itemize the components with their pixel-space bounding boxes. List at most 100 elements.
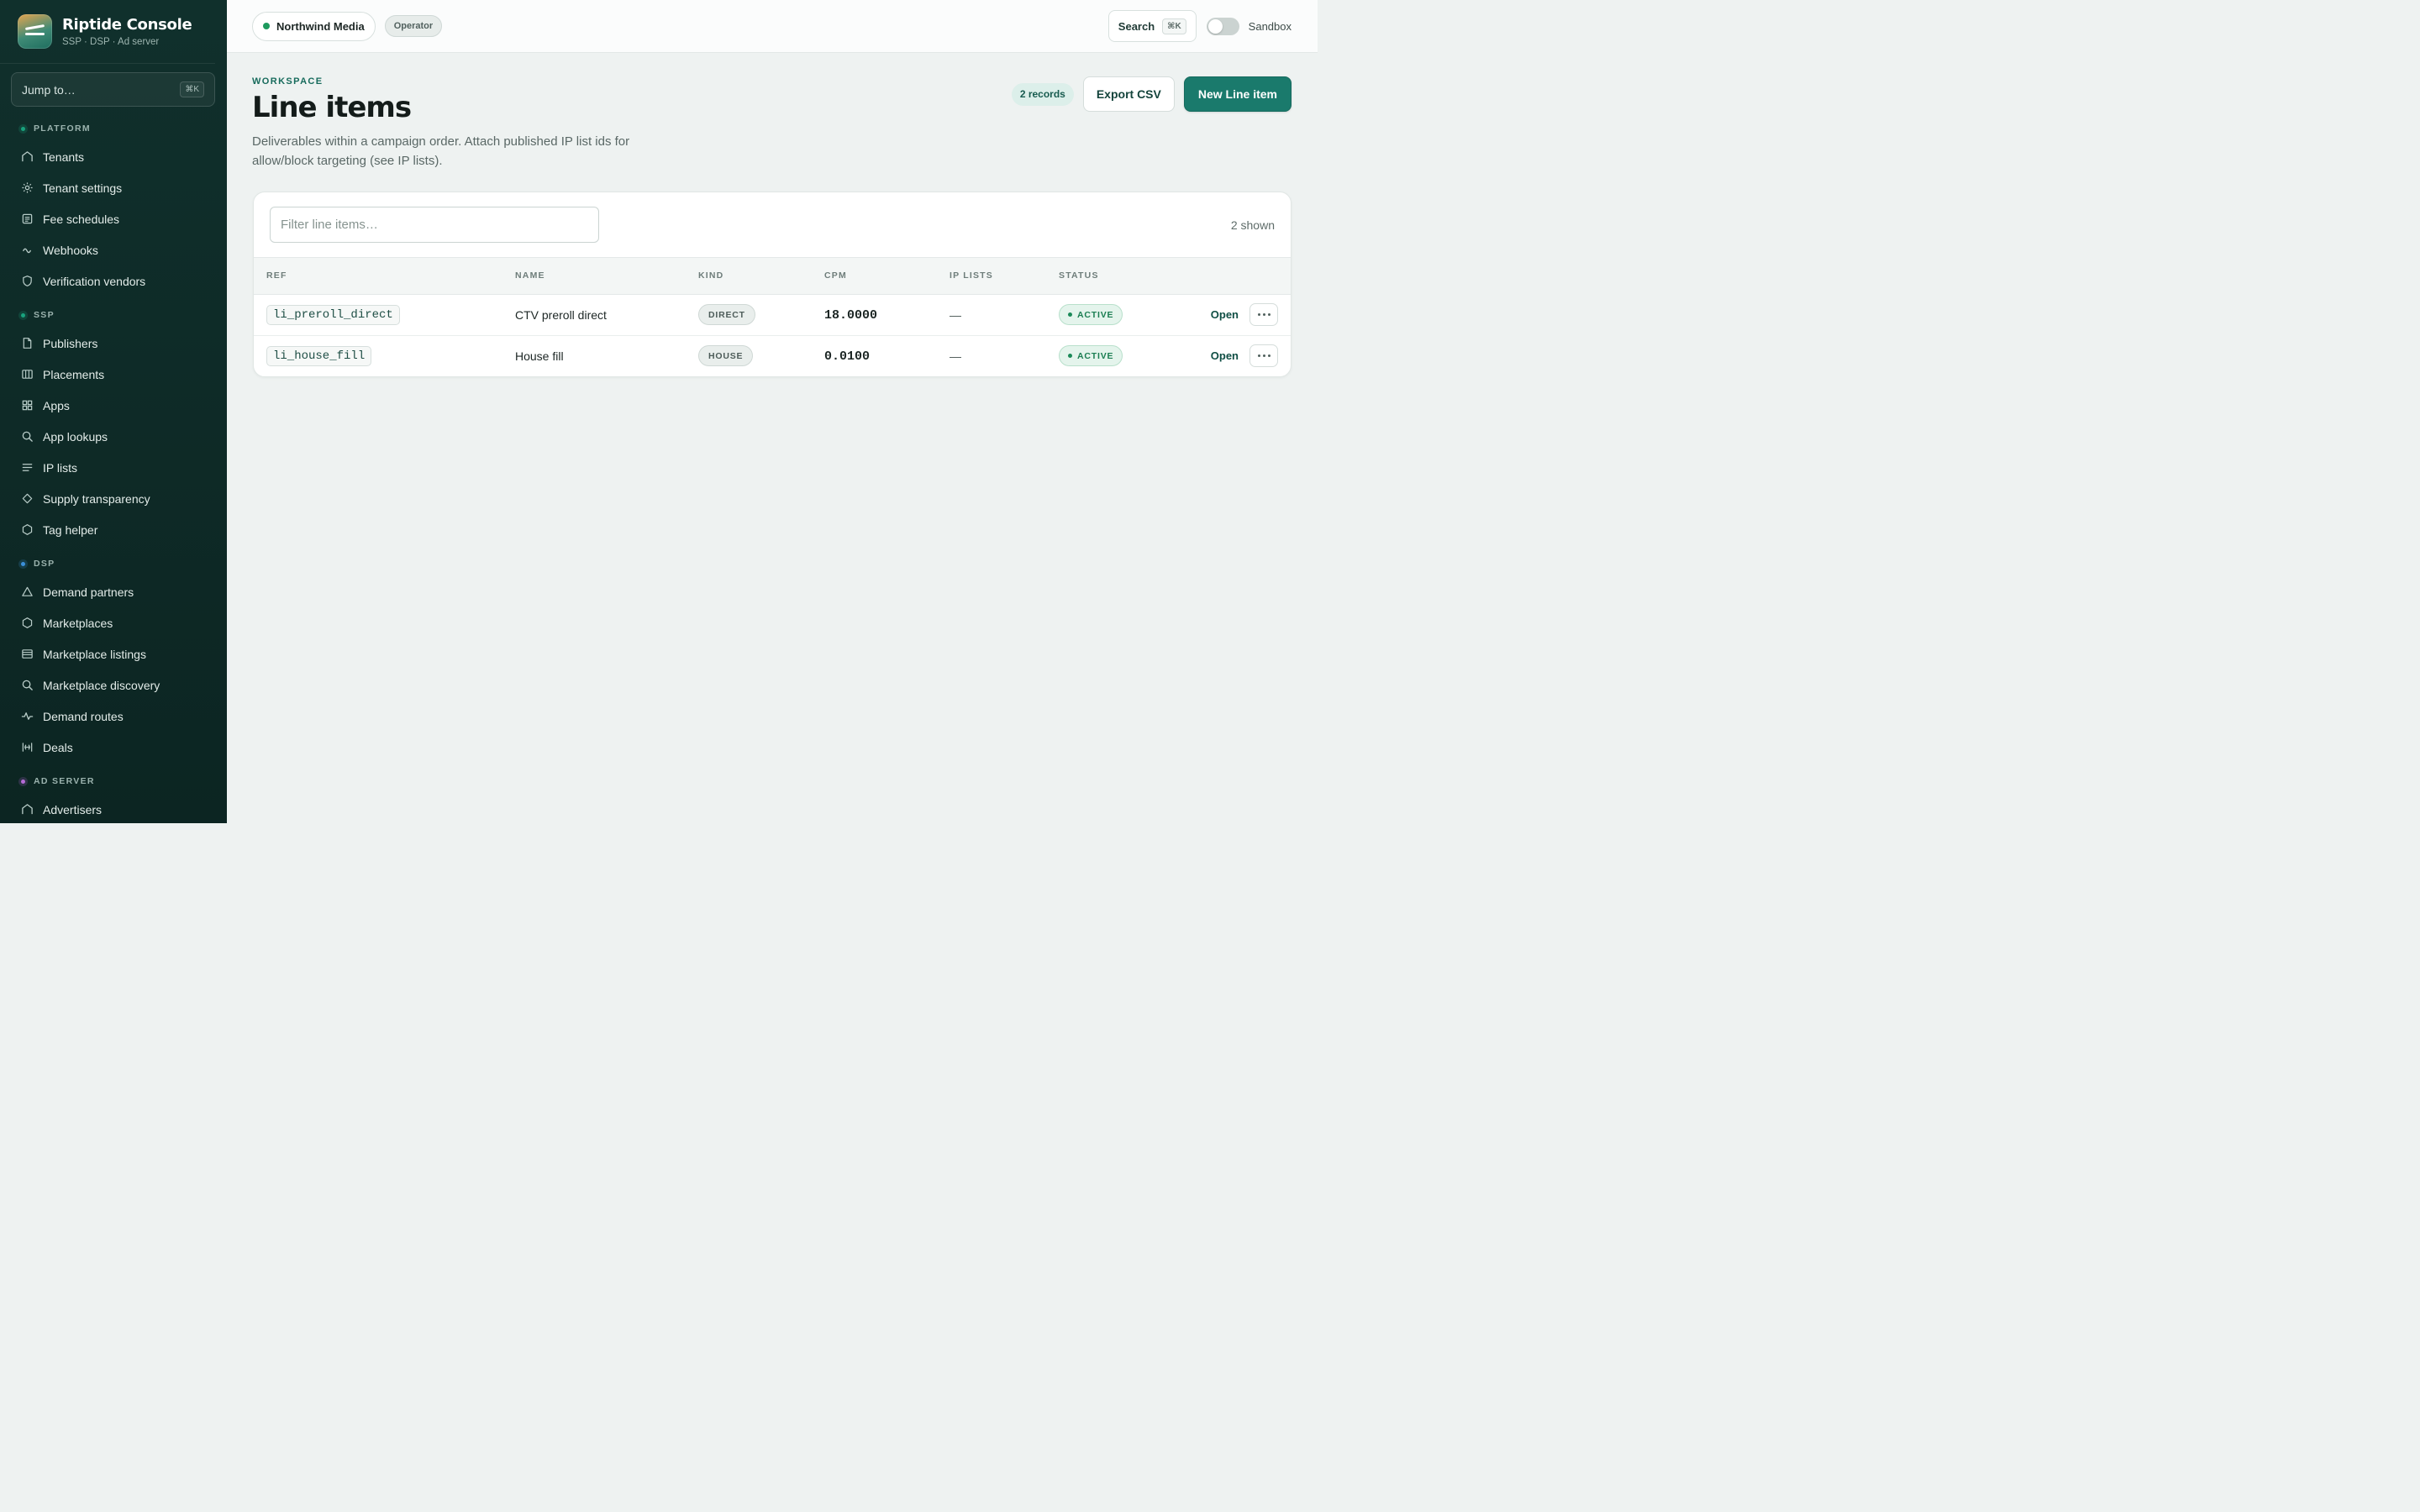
cell-kind: DIRECT [686, 294, 812, 336]
cell-actions: Open [1164, 294, 1291, 336]
status-label: ACTIVE [1077, 350, 1114, 361]
brand-title: Riptide Console [62, 16, 192, 34]
table-row[interactable]: li_preroll_direct CTV preroll direct DIREC… [254, 294, 1291, 336]
open-link[interactable]: Open [1211, 308, 1239, 321]
sidebar-item-label: Supply transparency [43, 491, 150, 506]
status-badge: ACTIVE [1059, 345, 1123, 367]
column-header-ip-lists[interactable]: IP LISTS [937, 258, 1046, 295]
more-actions-button[interactable] [1249, 344, 1278, 368]
record-count-badge: 2 records [1011, 82, 1074, 106]
sidebar-item-label: Deals [43, 740, 73, 754]
columns-icon [21, 368, 34, 381]
status-badge: ACTIVE [1059, 304, 1123, 325]
layers-icon [21, 648, 34, 660]
toggle-knob [1207, 18, 1223, 34]
new-line-item-button[interactable]: New Line item [1183, 76, 1292, 112]
nav-section-label: PLATFORM [34, 123, 91, 134]
nav-section-ad-server: AD SERVER [0, 774, 227, 789]
jump-to-button[interactable]: Jump to… ⌘K [11, 72, 215, 107]
sidebar-item-fee-schedules[interactable]: Fee schedules [0, 203, 227, 234]
sidebar-nav: PLATFORM Tenants Tenant settings Fee schedu… [0, 121, 227, 823]
cell-status: ACTIVE [1046, 294, 1164, 336]
triangle-icon [21, 585, 34, 598]
sidebar-item-marketplace-discovery[interactable]: Marketplace discovery [0, 669, 227, 701]
nav-section-ssp: SSP [0, 307, 227, 323]
sidebar-item-supply-transparency[interactable]: Supply transparency [0, 483, 227, 514]
open-link[interactable]: Open [1211, 349, 1239, 362]
more-actions-button[interactable] [1249, 303, 1278, 326]
section-dot-icon [18, 776, 28, 786]
search-icon [21, 430, 34, 443]
status-dot-icon [1068, 354, 1072, 359]
kind-badge: DIRECT [698, 304, 755, 325]
cell-status: ACTIVE [1046, 335, 1164, 376]
sidebar-item-tenants[interactable]: Tenants [0, 141, 227, 172]
grid-icon [21, 399, 34, 412]
ellipsis-icon [1257, 313, 1260, 316]
sidebar-item-label: Marketplace discovery [43, 678, 160, 692]
sidebar-item-tag-helper[interactable]: Tag helper [0, 514, 227, 545]
brand-subtitle: SSP · DSP · Ad server [62, 37, 160, 47]
section-dot-icon [18, 559, 28, 569]
sidebar-item-publishers[interactable]: Publishers [0, 328, 227, 359]
page-header: WORKSPACE Line items Deliverables within… [252, 76, 1292, 171]
table-header-row: REF NAME KIND CPM IP LISTS STATUS [254, 258, 1291, 295]
page-description: Deliverables within a campaign order. At… [252, 134, 630, 168]
column-header-kind[interactable]: KIND [686, 258, 812, 295]
ellipsis-icon [1257, 354, 1260, 358]
brand[interactable]: Riptide Console SSP · DSP · Ad server [0, 0, 215, 64]
status-dot-icon [1068, 312, 1072, 317]
search-button[interactable]: Search ⌘K [1107, 10, 1197, 42]
sidebar-item-demand-partners[interactable]: Demand partners [0, 576, 227, 607]
file-icon [21, 337, 34, 349]
cell-ip-lists: — [950, 349, 961, 363]
sidebar-item-apps[interactable]: Apps [0, 390, 227, 421]
sidebar-item-label: Tag helper [43, 522, 98, 537]
sidebar-item-label: Demand partners [43, 585, 134, 599]
sidebar-item-webhooks[interactable]: Webhooks [0, 234, 227, 265]
sidebar-item-advertisers[interactable]: Advertisers [0, 794, 227, 823]
search-icon [21, 679, 34, 691]
sidebar-item-label: Marketplaces [43, 616, 113, 630]
sidebar-item-deals[interactable]: Deals [0, 732, 227, 763]
sidebar-item-label: Placements [43, 367, 105, 381]
sidebar-item-verification-vendors[interactable]: Verification vendors [0, 265, 227, 297]
handshake-icon [21, 741, 34, 753]
status-label: ACTIVE [1077, 309, 1114, 320]
table-row[interactable]: li_house_fill House fill HOUSE 0.0100 — ACTIV… [254, 335, 1291, 376]
cell-name: CTV preroll direct [502, 294, 686, 336]
column-header-name[interactable]: NAME [502, 258, 686, 295]
home-icon [21, 150, 34, 163]
sidebar-item-app-lookups[interactable]: App lookups [0, 421, 227, 452]
sandbox-toggle[interactable] [1206, 17, 1239, 35]
filter-input[interactable] [270, 207, 599, 243]
list-icon [21, 461, 34, 474]
cell-ref: li_preroll_direct [254, 294, 502, 336]
sidebar-item-placements[interactable]: Placements [0, 359, 227, 390]
section-dot-icon [18, 310, 28, 320]
sidebar: Riptide Console SSP · DSP · Ad server Ju… [0, 0, 227, 823]
sidebar-item-tenant-settings[interactable]: Tenant settings [0, 172, 227, 203]
nav-section-dsp: DSP [0, 556, 227, 571]
sidebar-item-demand-routes[interactable]: Demand routes [0, 701, 227, 732]
column-header-ref[interactable]: REF [254, 258, 502, 295]
sidebar-item-label: Marketplace listings [43, 647, 146, 661]
ref-code: li_preroll_direct [266, 304, 400, 325]
export-csv-button[interactable]: Export CSV [1082, 76, 1175, 112]
sidebar-item-marketplaces[interactable]: Marketplaces [0, 607, 227, 638]
sidebar-item-ip-lists[interactable]: IP lists [0, 452, 227, 483]
sidebar-item-marketplace-listings[interactable]: Marketplace listings [0, 638, 227, 669]
search-label: Search [1118, 19, 1155, 33]
webhook-icon [21, 244, 34, 256]
gear-icon [21, 181, 34, 194]
cell-actions: Open [1164, 335, 1291, 376]
column-header-status[interactable]: STATUS [1046, 258, 1164, 295]
hexagon-icon [21, 617, 34, 629]
tenant-switcher[interactable]: Northwind Media [252, 11, 376, 41]
line-items-card: 2 shown REF NAME KIND CPM IP LISTS STATU… [253, 192, 1292, 377]
search-shortcut: ⌘K [1162, 18, 1186, 34]
main-content: Northwind Media Operator Search ⌘K Sandb… [227, 0, 1318, 823]
column-header-cpm[interactable]: CPM [812, 258, 937, 295]
column-header-actions [1164, 258, 1291, 295]
sidebar-item-label: IP lists [43, 460, 77, 475]
